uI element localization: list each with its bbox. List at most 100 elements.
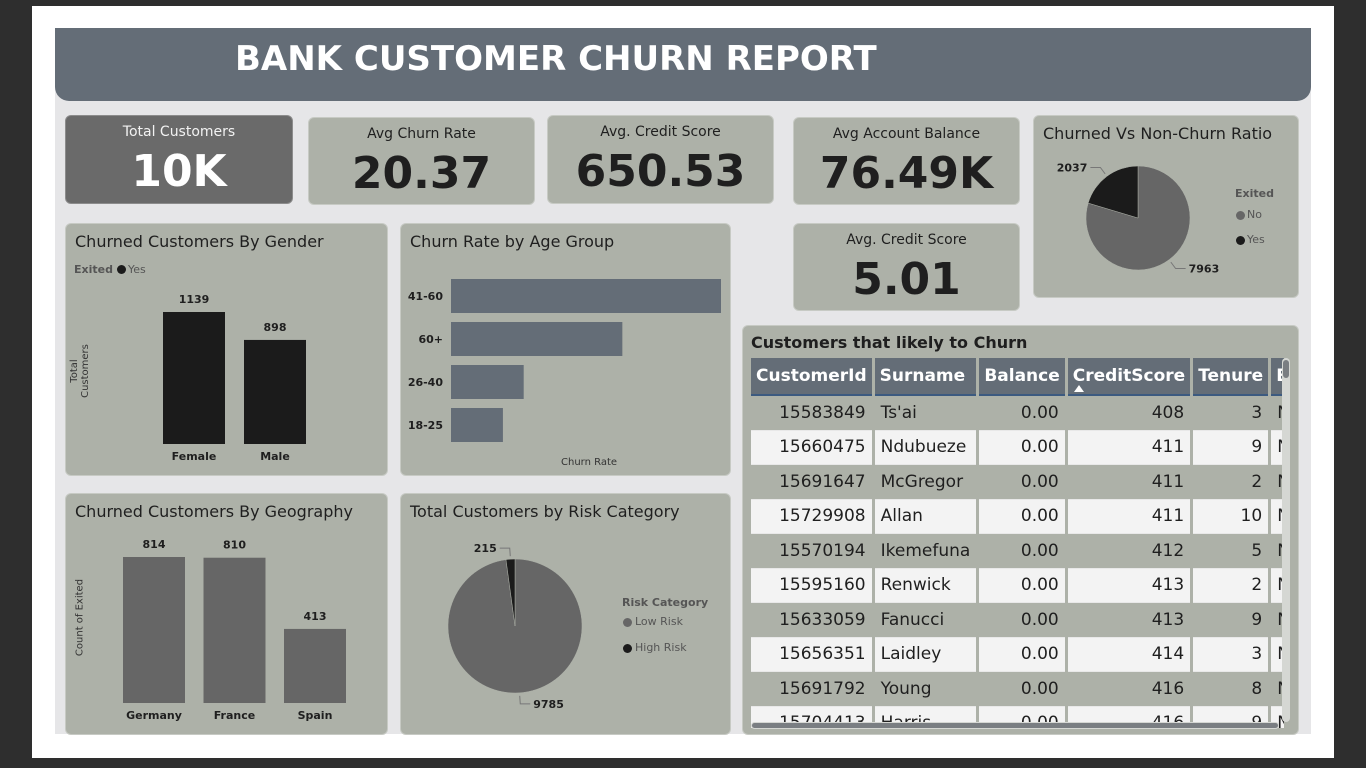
cell-surname: McGregor — [874, 465, 977, 500]
kpi-avg-account-balance-card[interactable]: Avg Account Balance 76.49K — [793, 117, 1020, 205]
bar-26-40[interactable] — [451, 365, 524, 399]
age-chart-card[interactable]: Churn Rate by Age Group Churn Rate 41-60… — [400, 223, 731, 476]
bar-germany[interactable] — [123, 557, 185, 703]
legend-low-risk-label: Low Risk — [635, 615, 683, 628]
column-header-creditscore[interactable]: CreditScore — [1067, 358, 1191, 396]
x-tick-label: Male — [260, 450, 290, 463]
y-tick-label: 41-60 — [408, 290, 444, 303]
legend-title: Risk Category — [622, 596, 709, 609]
cell-customerid: 15691792 — [751, 672, 872, 707]
kpi-total-customers-card[interactable]: Total Customers 10K — [65, 115, 293, 204]
gender-chart-card[interactable]: Churned Customers By Gender Exited Yes T… — [65, 223, 388, 476]
kpi-label: Avg. Credit Score — [846, 232, 967, 248]
data-label: 9785 — [533, 698, 564, 711]
cell-creditscore: 411 — [1067, 465, 1191, 500]
data-label: 215 — [474, 542, 497, 555]
cell-surname: Renwick — [874, 568, 977, 603]
bar-60+[interactable] — [451, 322, 623, 356]
table-row[interactable]: 15691647McGregor0.004112No — [751, 465, 1284, 500]
table-row[interactable]: 15583849Ts'ai0.004083No — [751, 396, 1284, 431]
ratio-pie-card[interactable]: Churned Vs Non-Churn Ratio 7963 2037 Exit… — [1033, 115, 1299, 298]
cell-customerid: 15583849 — [751, 396, 872, 431]
x-tick-label: France — [214, 709, 255, 722]
column-header-label: CreditScore — [1072, 366, 1186, 386]
table-row[interactable]: 15691792Young0.004168No — [751, 672, 1284, 707]
bar-female[interactable] — [163, 312, 225, 444]
cell-tenure: 5 — [1193, 534, 1269, 569]
page-title: BANK CUSTOMER CHURN REPORT — [235, 39, 877, 79]
column-header-tenure[interactable]: Tenure — [1193, 358, 1269, 396]
kpi-value: 76.49K — [819, 148, 994, 199]
risk-chart-card[interactable]: Total Customers by Risk Category 9785 215… — [400, 493, 731, 735]
column-header-customerid[interactable]: CustomerId — [751, 358, 872, 396]
y-tick-label: 60+ — [418, 333, 443, 346]
cell-tenure: 2 — [1193, 568, 1269, 603]
data-label: 413 — [304, 610, 327, 623]
cell-balance: 0.00 — [979, 568, 1065, 603]
bar-male[interactable] — [244, 339, 306, 444]
cell-customerid: 15660475 — [751, 430, 872, 465]
vertical-scrollbar-thumb[interactable] — [1283, 360, 1289, 378]
table-row[interactable]: 15656351Laidley0.004143No — [751, 637, 1284, 672]
vertical-scrollbar[interactable] — [1282, 358, 1290, 722]
y-tick-label: 26-40 — [408, 376, 444, 389]
geography-chart-card[interactable]: Churned Customers By Geography Count of … — [65, 493, 388, 735]
kpi-value: 20.37 — [351, 148, 492, 199]
bar-spain[interactable] — [284, 628, 346, 703]
legend-no-marker — [1236, 211, 1245, 220]
kpi-label: Total Customers — [122, 124, 236, 140]
table-title: Customers that likely to Churn — [751, 333, 1028, 352]
table-viewport[interactable]: CustomerId Surname Balance CreditScore T… — [751, 358, 1284, 728]
cell-creditscore: 411 — [1067, 430, 1191, 465]
cell-customerid: 15570194 — [751, 534, 872, 569]
leader-line — [499, 547, 511, 557]
data-label: 810 — [223, 539, 246, 552]
y-tick-label: 18-25 — [408, 419, 443, 432]
legend-yes-marker — [1236, 236, 1245, 245]
column-header-balance[interactable]: Balance — [979, 358, 1065, 396]
cell-surname: Laidley — [874, 637, 977, 672]
cell-creditscore: 416 — [1067, 672, 1191, 707]
cell-creditscore: 413 — [1067, 568, 1191, 603]
gender-bar-chart[interactable]: 1139 Female 898 Male — [66, 224, 389, 477]
cell-balance: 0.00 — [979, 603, 1065, 638]
cell-surname: Ndubueze — [874, 430, 977, 465]
column-header-surname[interactable]: Surname — [874, 358, 977, 396]
cell-balance: 0.00 — [979, 465, 1065, 500]
table-row[interactable]: 15660475Ndubueze0.004119No — [751, 430, 1284, 465]
bar-18-25[interactable] — [451, 408, 503, 442]
cell-creditscore: 408 — [1067, 396, 1191, 431]
cell-customerid: 15691647 — [751, 465, 872, 500]
horizontal-scrollbar[interactable] — [751, 722, 1279, 729]
cell-customerid: 15633059 — [751, 603, 872, 638]
kpi-label: Avg. Credit Score — [600, 124, 721, 140]
churn-table-card[interactable]: Customers that likely to Churn CustomerI… — [742, 325, 1299, 735]
table-row[interactable]: 15595160Renwick0.004132No — [751, 568, 1284, 603]
bar-41-60[interactable] — [451, 279, 721, 313]
table-row[interactable]: 15570194Ikemefuna0.004125No — [751, 534, 1284, 569]
kpi-avg-churn-rate-card[interactable]: Avg Churn Rate 20.37 — [308, 117, 535, 205]
kpi-label: Avg Churn Rate — [367, 126, 476, 142]
legend-yes-label: Yes — [1247, 233, 1265, 246]
table-row[interactable]: 15633059Fanucci0.004139No — [751, 603, 1284, 638]
kpi-avg-credit-score-card[interactable]: Avg. Credit Score 650.53 — [547, 115, 774, 204]
age-bar-chart[interactable]: 41-60 60+ 26-40 18-25 — [401, 224, 732, 477]
geography-bar-chart[interactable]: 814 Germany 810 France 413 Spain — [66, 494, 389, 736]
cell-customerid: 15595160 — [751, 568, 872, 603]
x-tick-label: Germany — [126, 709, 182, 722]
table-row[interactable]: 15729908Allan0.0041110No — [751, 499, 1284, 534]
cell-surname: Fanucci — [874, 603, 977, 638]
sort-ascending-icon — [1073, 385, 1084, 392]
cell-surname: Ikemefuna — [874, 534, 977, 569]
data-label: 898 — [264, 321, 287, 334]
data-label: 814 — [143, 538, 166, 551]
cell-surname: Ts'ai — [874, 396, 977, 431]
bar-france[interactable] — [203, 557, 266, 703]
leader-line — [1170, 261, 1186, 270]
horizontal-scrollbar-thumb[interactable] — [752, 723, 1278, 728]
data-label: 7963 — [1189, 263, 1220, 276]
kpi-avg-credit-score-2-card[interactable]: Avg. Credit Score 5.01 — [793, 223, 1020, 311]
cell-tenure: 3 — [1193, 396, 1269, 431]
cell-tenure: 10 — [1193, 499, 1269, 534]
x-tick-label: Female — [172, 450, 217, 463]
